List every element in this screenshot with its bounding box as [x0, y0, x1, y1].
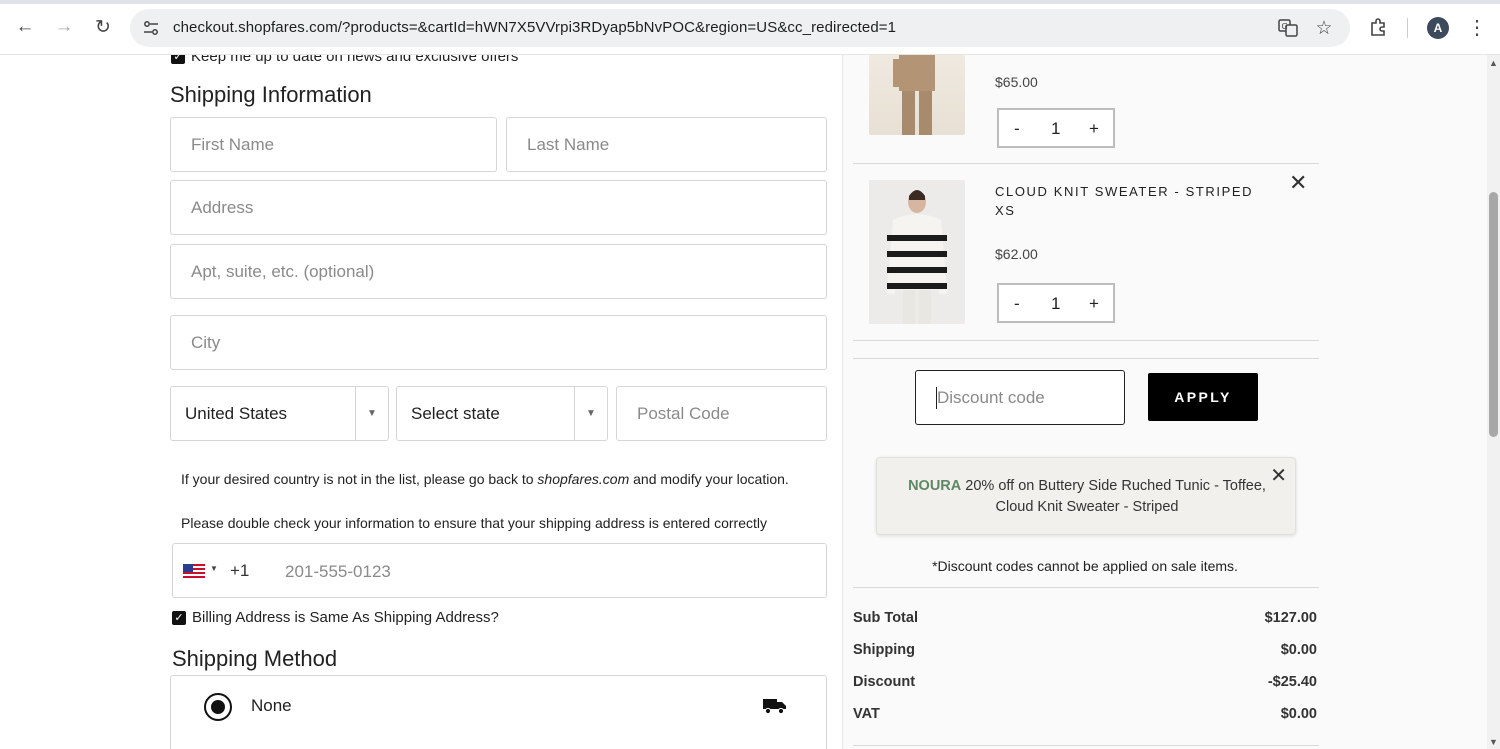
menu-dots-icon[interactable]: ⋮ [1466, 16, 1488, 39]
total-divider [853, 745, 1319, 746]
qty-minus-button[interactable]: - [1014, 294, 1020, 314]
billing-same-checkbox[interactable]: ✓ [172, 611, 186, 625]
item-title: CLOUD KNIT SWEATER - STRIPED XS [995, 182, 1253, 220]
qty-value: 1 [1051, 294, 1061, 313]
chevron-down-icon[interactable]: ▼ [355, 387, 388, 440]
promo-banner: NOURA 20% off on Buttery Side Ruched Tun… [876, 457, 1296, 535]
country-select[interactable]: United States ▼ [170, 386, 389, 441]
extensions-icon[interactable] [1368, 16, 1390, 38]
address-placeholder: Address [191, 197, 254, 217]
promo-line1: NOURA 20% off on Buttery Side Ruched Tun… [877, 478, 1297, 494]
site-settings-icon[interactable] [142, 19, 160, 37]
country-note: If your desired country is not in the li… [181, 471, 789, 487]
billing-same-label: Billing Address is Same As Shipping Addr… [192, 609, 499, 626]
shipping-option[interactable]: None [170, 675, 827, 749]
truck-icon [763, 699, 786, 715]
city-placeholder: City [191, 332, 221, 352]
state-select[interactable]: Select state ▼ [396, 386, 608, 441]
quantity-stepper: - 1 + [997, 283, 1115, 323]
item-title-line1: CLOUD KNIT SWEATER - STRIPED [995, 184, 1254, 199]
discount-divider [853, 358, 1319, 359]
translate-icon[interactable]: G [1278, 18, 1298, 38]
qty-plus-button[interactable]: + [1089, 294, 1099, 314]
item-divider [853, 340, 1319, 341]
address-bar[interactable]: checkout.shopfares.com/?products=&cartId… [130, 9, 1350, 47]
discount-label: Discount [853, 674, 916, 690]
qty-plus-button[interactable]: + [1089, 119, 1099, 139]
product-image-sweater[interactable] [869, 180, 965, 324]
forward-arrow-icon[interactable]: → [52, 15, 76, 39]
close-icon[interactable]: ✕ [1270, 463, 1287, 488]
apt-placeholder: Apt, suite, etc. (optional) [191, 261, 375, 281]
profile-avatar[interactable]: A [1427, 17, 1449, 39]
chevron-down-icon[interactable]: ▼ [574, 387, 607, 440]
reload-icon[interactable]: ↻ [91, 15, 115, 39]
last-name-placeholder: Last Name [527, 134, 610, 154]
newsletter-label: Keep me up to date on news and exclusive… [191, 55, 519, 65]
discount-value: -$25.40 [1267, 674, 1317, 690]
city-field[interactable]: City [170, 315, 827, 370]
browser-toolbar: ← → ↻ checkout.shopfares.com/?products=&… [0, 0, 1500, 55]
postal-code-field[interactable]: Postal Code [616, 386, 827, 441]
scroll-up-icon[interactable]: ▲ [1489, 58, 1498, 68]
shopfares-link[interactable]: shopfares.com [537, 471, 629, 487]
address-field[interactable]: Address [170, 180, 827, 235]
item-divider [853, 163, 1319, 164]
svg-text:G: G [1282, 22, 1288, 31]
apply-button[interactable]: APPLY [1148, 373, 1258, 421]
shipping-option-radio[interactable] [204, 693, 232, 721]
country-value: United States [185, 403, 288, 423]
vat-label: VAT [853, 706, 880, 722]
checkout-page: ✓ Keep me up to date on news and exclusi… [0, 55, 1500, 749]
scrollbar-thumb[interactable] [1489, 192, 1498, 437]
scroll-down-icon[interactable]: ▼ [1489, 737, 1498, 747]
subtotal-label: Sub Total [853, 610, 918, 626]
country-note-after: and modify your location. [629, 471, 789, 487]
tab-strip-edge [0, 0, 1500, 4]
shipping-label: Shipping [853, 642, 916, 658]
summary-divider [853, 587, 1319, 588]
apt-suite-field[interactable]: Apt, suite, etc. (optional) [170, 244, 827, 299]
toolbar-divider [1407, 18, 1408, 38]
last-name-field[interactable]: Last Name [506, 117, 827, 172]
page-scrollbar[interactable]: ▲ ▼ [1487, 55, 1500, 749]
shipping-option-label: None [251, 696, 292, 715]
shipping-value: $0.00 [1280, 642, 1317, 658]
shipping-method-title: Shipping Method [172, 646, 338, 671]
first-name-placeholder: First Name [191, 134, 275, 154]
item-price: $65.00 [995, 74, 1038, 90]
discount-code-input[interactable]: Discount code [915, 370, 1125, 425]
first-name-field[interactable]: First Name [170, 117, 497, 172]
discount-note: *Discount codes cannot be applied on sal… [932, 558, 1238, 574]
item-variant: XS [995, 203, 1016, 218]
promo-code[interactable]: NOURA [908, 478, 961, 494]
discount-placeholder: Discount code [937, 388, 1045, 407]
promo-text: 20% off on Buttery Side Ruched Tunic - T… [961, 478, 1266, 494]
flag-dropdown-icon[interactable]: ▼ [210, 564, 218, 573]
phone-field[interactable]: ▼ +1 201-555-0123 [172, 543, 827, 598]
state-placeholder: Select state [411, 403, 500, 423]
item-price: $62.00 [995, 246, 1038, 262]
postal-placeholder: Postal Code [637, 403, 730, 423]
shipping-information-title: Shipping Information [170, 82, 372, 107]
subtotal-value: $127.00 [1264, 610, 1317, 626]
quantity-stepper: - 1 + [997, 108, 1115, 148]
country-note-before: If your desired country is not in the li… [181, 471, 538, 487]
qty-value: 1 [1051, 119, 1061, 138]
promo-line2: Cloud Knit Sweater - Striped [995, 499, 1179, 515]
checkout-form: ✓ Keep me up to date on news and exclusi… [0, 55, 842, 749]
order-summary: $65.00 - 1 + CLOUD KNIT SWEATER - STRIPE… [842, 55, 1487, 749]
remove-item-icon[interactable]: ✕ [1289, 172, 1307, 194]
newsletter-checkbox[interactable]: ✓ [171, 55, 185, 64]
phone-placeholder: 201-555-0123 [285, 562, 391, 581]
qty-minus-button[interactable]: - [1014, 119, 1020, 139]
back-arrow-icon[interactable]: ← [13, 15, 37, 39]
bookmark-star-icon[interactable]: ☆ [1314, 18, 1334, 39]
url-text[interactable]: checkout.shopfares.com/?products=&cartId… [173, 19, 896, 36]
phone-country-code: +1 [230, 561, 250, 580]
us-flag-icon[interactable] [183, 564, 205, 578]
vat-value: $0.00 [1280, 706, 1317, 722]
product-image-tunic[interactable] [869, 55, 965, 135]
double-check-note: Please double check your information to … [181, 515, 767, 531]
